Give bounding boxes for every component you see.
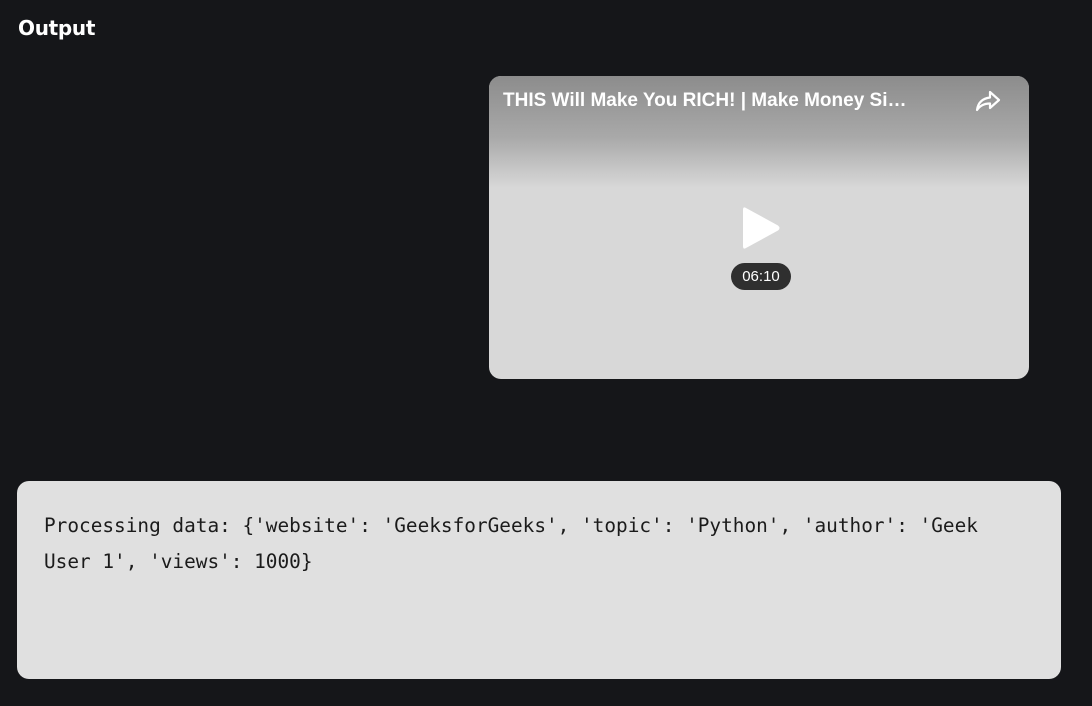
video-title[interactable]: THIS Will Make You RICH! | Make Money Si… <box>503 90 945 112</box>
video-embed[interactable]: THIS Will Make You RICH! | Make Money Si… <box>489 76 1029 379</box>
output-text: Processing data: {'website': 'GeeksforGe… <box>44 514 990 573</box>
share-arrow-icon <box>975 90 1001 112</box>
section-title: Output <box>18 16 96 40</box>
output-box: Processing data: {'website': 'GeeksforGe… <box>17 481 1061 679</box>
play-icon[interactable] <box>740 204 782 252</box>
share-button[interactable] <box>973 88 1003 114</box>
duration-badge: 06:10 <box>731 263 791 290</box>
